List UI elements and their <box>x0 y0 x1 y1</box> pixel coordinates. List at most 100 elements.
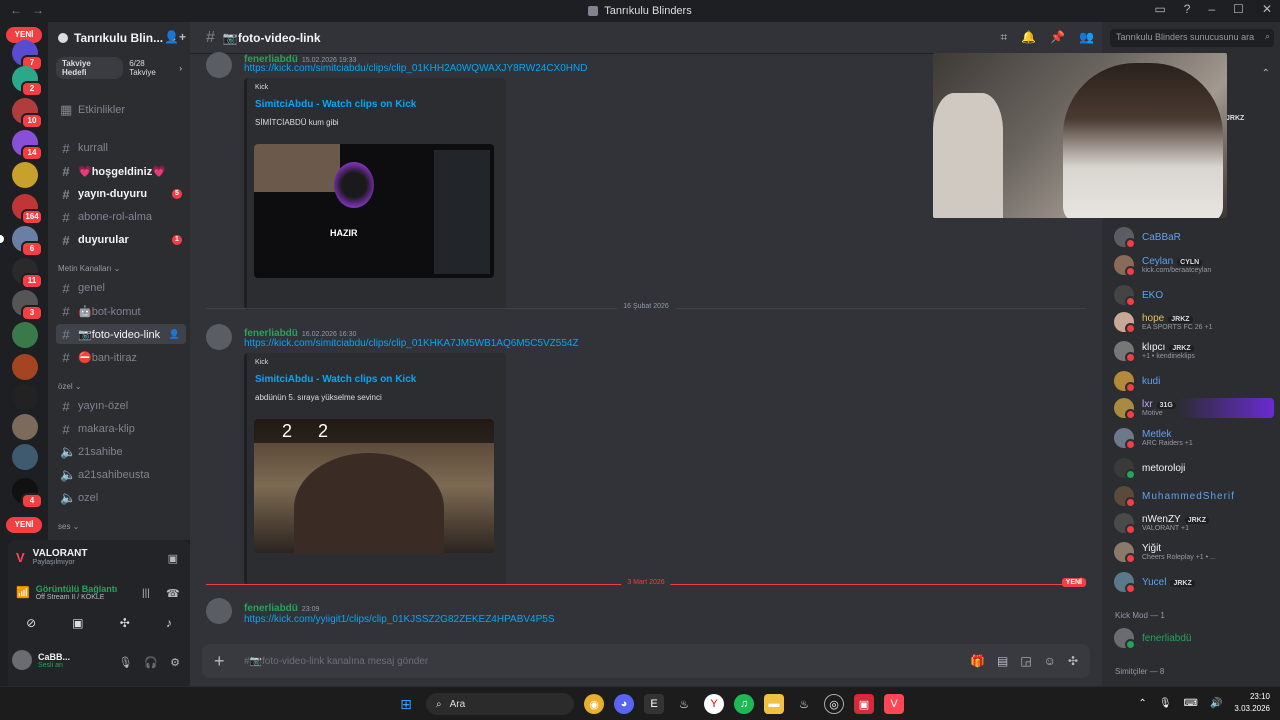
events-item[interactable]: ▦ Etkinlikler <box>56 100 186 120</box>
nav-arrows[interactable]: ← → <box>10 3 44 17</box>
message-link[interactable]: https://kick.com/simitciabdu/clips/clip_… <box>244 338 579 349</box>
mic-icon[interactable]: 🎙 <box>1159 698 1172 709</box>
member-item[interactable]: nWenZY JRKZ VALORANT +1 <box>1114 513 1274 535</box>
channel-yayin-ozel[interactable]: # yayın-özel <box>56 396 186 416</box>
share-screen-icon[interactable]: ▣ <box>72 616 83 630</box>
message-link[interactable]: https://kick.com/yyiigit1/clips/clip_01K… <box>244 614 555 625</box>
server-icon[interactable]: 11 <box>12 258 43 289</box>
server-icon[interactable] <box>12 354 38 380</box>
bell-icon[interactable]: 🔔 <box>1021 30 1036 45</box>
valorant-icon[interactable]: V <box>884 694 904 714</box>
voice-channel-21sahibe[interactable]: 🔈 21sahibe <box>56 442 186 462</box>
member-item[interactable]: MuhammedSherif <box>1114 486 1274 508</box>
video-stream[interactable] <box>933 53 1227 218</box>
server-icon[interactable] <box>12 414 38 440</box>
member-item[interactable]: Yiğit Cheers Roleplay +1 • ... <box>1114 542 1274 564</box>
maximize-button[interactable]: ☐ <box>1233 2 1244 16</box>
epic-icon[interactable]: E <box>644 694 664 714</box>
help-icon[interactable]: ? <box>1184 2 1191 16</box>
member-item[interactable]: klıpcı JRKZ +1 • kendineklips <box>1114 341 1274 363</box>
voice-channel-a21sahibeusta[interactable]: 🔈 a21sahibeusta <box>56 465 186 485</box>
start-icon[interactable]: ⊞ <box>396 694 416 714</box>
channel-makara-klip[interactable]: # makara-klip <box>56 419 186 439</box>
embed-thumbnail[interactable]: 2 2 <box>254 419 494 553</box>
boost-goal[interactable]: Takviye Hedefi 6/28 Takviye › <box>56 57 182 79</box>
pin-icon[interactable]: 📌 <box>1050 30 1065 45</box>
volume-icon[interactable]: 🔊 <box>1210 698 1222 709</box>
mic-icon[interactable]: 🎙 <box>118 656 132 669</box>
avatar[interactable] <box>206 52 232 78</box>
activities-icon[interactable]: ✣ <box>120 616 130 630</box>
embed-title[interactable]: SimitciAbdu - Watch clips on Kick <box>255 99 498 110</box>
channel-hosgeldiniz[interactable]: # 💗hoşgeldiniz💗 <box>56 161 186 181</box>
clock[interactable]: 23:10 3.03.2026 <box>1234 691 1270 715</box>
category-ozel[interactable]: özel ⌄ <box>58 382 82 391</box>
voice-channel-ozel[interactable]: 🔈 ozel <box>56 488 186 508</box>
server-icon[interactable]: 6 <box>0 226 43 257</box>
app-icon[interactable]: ▣ <box>854 694 874 714</box>
channel-genel[interactable]: # genel <box>56 278 186 298</box>
server-icon[interactable]: 164 <box>12 194 43 225</box>
channel-kurrall[interactable]: # kurrall <box>56 138 186 158</box>
search-input[interactable]: Tanrıkulu Blinders sunucusunu ara ⌕ <box>1110 29 1274 47</box>
chevron-up-icon[interactable]: ⌃ <box>1138 698 1146 709</box>
channel-yayin-duyuru[interactable]: # yayın-duyuru 5 <box>56 184 186 204</box>
server-icon[interactable] <box>12 384 38 410</box>
disconnect-icon[interactable]: ☎ <box>166 587 180 600</box>
message-input[interactable] <box>244 655 961 667</box>
category-ses[interactable]: ses ⌄ <box>58 522 79 531</box>
soundboard-icon[interactable]: ♪ <box>166 616 172 630</box>
threads-icon[interactable]: ⌗ <box>1000 30 1007 45</box>
member-item[interactable]: Yucel JRKZ <box>1114 572 1274 594</box>
server-icon[interactable]: 7 <box>12 40 43 71</box>
gift-icon[interactable]: 🎁 <box>970 654 985 668</box>
user-panel[interactable]: CaBB... Sesli an <box>12 650 70 670</box>
minimize-button[interactable]: – <box>1208 2 1215 16</box>
member-item[interactable]: Metlek ARC Raiders +1 <box>1114 428 1274 450</box>
avatar[interactable] <box>206 598 232 624</box>
embed-title[interactable]: SimitciAbdu - Watch clips on Kick <box>255 374 498 385</box>
channel-bot-komut[interactable]: # 🤖bot-komut <box>56 301 186 321</box>
server-icon[interactable] <box>12 444 38 470</box>
chevron-up-icon[interactable]: ⌃ <box>1262 68 1270 79</box>
server-icon[interactable] <box>12 162 38 188</box>
channel-abone-rol-alma[interactable]: # abone-rol-alma <box>56 207 186 227</box>
server-icon[interactable]: 4 <box>12 478 43 509</box>
guild-header[interactable]: Tanrıkulu Blin... ⌄ 👤+ <box>48 22 190 54</box>
camera-off-icon[interactable]: ⊘ <box>26 616 36 630</box>
headphones-icon[interactable]: 🎧 <box>144 656 158 669</box>
yandex-icon[interactable]: Y <box>704 694 724 714</box>
noise-suppression-icon[interactable]: ||| <box>142 588 150 599</box>
network-icon[interactable]: ⌨ <box>1184 698 1198 709</box>
spotify-icon[interactable]: ♫ <box>734 694 754 714</box>
plus-icon[interactable]: + <box>214 651 234 672</box>
screen-share-icon[interactable]: ▣ <box>168 552 178 565</box>
server-icon[interactable]: 3 <box>12 290 43 321</box>
member-item[interactable]: CaBBaR <box>1114 227 1274 249</box>
server-icon[interactable] <box>12 322 38 348</box>
inbox-icon[interactable]: ▭ <box>1154 2 1165 16</box>
message-link[interactable]: https://kick.com/simitciabdu/clips/clip_… <box>244 63 587 74</box>
emoji-icon[interactable]: ☺ <box>1044 654 1056 668</box>
add-user-icon[interactable]: 👤+ <box>164 30 186 44</box>
add-member-icon[interactable]: 👤 <box>169 329 180 340</box>
folder-icon[interactable]: ▬ <box>764 694 784 714</box>
message-author[interactable]: fenerliabdü <box>244 603 298 614</box>
members-icon[interactable]: 👥 <box>1079 30 1094 45</box>
member-item[interactable]: Ceylan CYLN kick.com/beraatceylan <box>1114 255 1274 277</box>
channel-ban-itiraz[interactable]: # ⛔ban-itiraz <box>56 347 186 367</box>
sticker-icon[interactable]: ◲ <box>1020 654 1031 668</box>
steam-icon[interactable]: ♨ <box>794 694 814 714</box>
discord-icon[interactable]: ◕ <box>614 694 634 714</box>
server-icon[interactable]: 10 <box>12 98 43 129</box>
avatar[interactable] <box>206 324 232 350</box>
app-icon[interactable]: ◎ <box>824 694 844 714</box>
settings-icon[interactable]: ⚙ <box>170 656 180 669</box>
member-item[interactable]: fenerliabdü <box>1114 628 1274 650</box>
channel-foto-video-link[interactable]: # 📷foto-video-link 👤 <box>56 324 186 344</box>
member-item[interactable]: EKO <box>1114 285 1274 307</box>
chrome-icon[interactable]: ◉ <box>584 694 604 714</box>
voice-connection[interactable]: 📶 Görüntülü Bağlantı Off Stream II / KÖK… <box>16 584 117 601</box>
close-button[interactable]: ✕ <box>1262 2 1272 16</box>
category-metin[interactable]: Metin Kanalları ⌄ <box>58 264 120 273</box>
